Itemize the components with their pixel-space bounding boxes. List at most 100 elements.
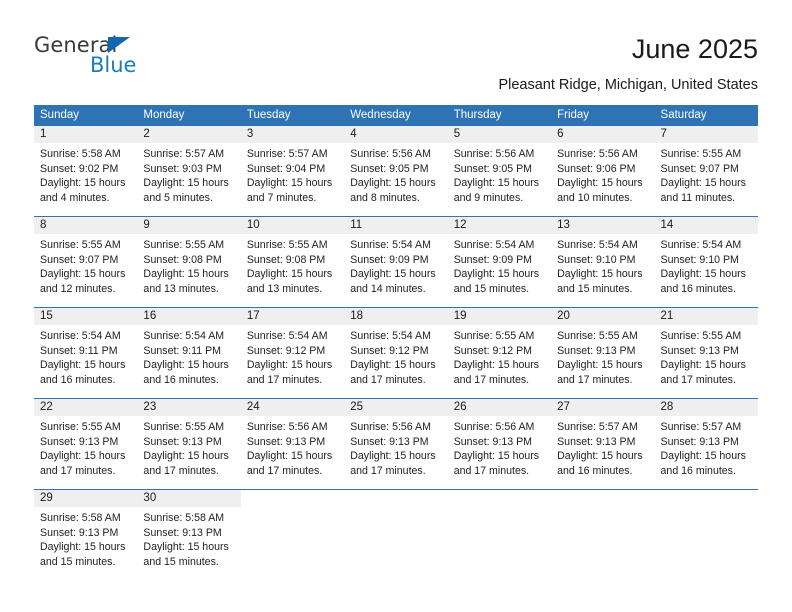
sunset-text: Sunset: 9:12 PM <box>246 344 326 357</box>
sunset-text: Sunset: 9:07 PM <box>40 253 119 266</box>
daylight-text-line1: Daylight: 15 hours <box>143 541 229 554</box>
day-cell[interactable]: 24 Sunrise: 5:56 AM Sunset: 9:13 PM Dayligh… <box>240 398 345 490</box>
day-cell[interactable]: 11 Sunrise: 5:54 AM Sunset: 9:09 PM Dayligh… <box>344 216 448 308</box>
day-number: 16 <box>137 308 241 325</box>
day-cell[interactable]: 17 Sunrise: 5:54 AM Sunset: 9:12 PM Dayligh… <box>240 307 345 399</box>
day-cell[interactable]: 5 Sunrise: 5:56 AM Sunset: 9:05 PM Daylight… <box>447 126 552 217</box>
day-cell[interactable]: 14 Sunrise: 5:54 AM Sunset: 9:10 PM Dayligh… <box>654 216 758 308</box>
day-cell[interactable]: 10 Sunrise: 5:55 AM Sunset: 9:08 PM Dayligh… <box>240 216 345 308</box>
day-number: 10 <box>240 217 345 234</box>
day-cell[interactable]: 30 Sunrise: 5:58 AM Sunset: 9:13 PM Dayligh… <box>137 489 241 580</box>
day-number: 24 <box>240 399 345 416</box>
daylight-text-line2: and 17 minutes. <box>350 373 426 386</box>
day-number: 23 <box>137 399 241 416</box>
day-cell[interactable]: 21 Sunrise: 5:55 AM Sunset: 9:13 PM Dayligh… <box>654 307 758 399</box>
day-number: 8 <box>34 217 138 234</box>
sunrise-text: Sunrise: 5:57 AM <box>660 421 742 433</box>
day-number: 6 <box>551 126 655 143</box>
daylight-text-line1: Daylight: 15 hours <box>350 177 436 190</box>
day-number: 5 <box>447 126 552 143</box>
sunset-text: Sunset: 9:13 PM <box>557 344 636 357</box>
sunrise-text: Sunrise: 5:55 AM <box>660 330 742 342</box>
daylight-text-line1: Daylight: 15 hours <box>557 450 643 463</box>
day-cell[interactable]: 4 Sunrise: 5:56 AM Sunset: 9:05 PM Daylight… <box>344 126 448 217</box>
day-cell[interactable]: 29 Sunrise: 5:58 AM Sunset: 9:13 PM Dayligh… <box>34 489 138 580</box>
daylight-text-line1: Daylight: 15 hours <box>557 359 643 372</box>
sunrise-text: Sunrise: 5:55 AM <box>143 239 225 251</box>
page-title: June 2025 <box>631 34 758 64</box>
weekday-header-wednesday: Wednesday <box>344 105 448 126</box>
page-header: General Blue June 2025 Pleasant Ridge, M… <box>0 0 792 100</box>
day-cell[interactable]: 26 Sunrise: 5:56 AM Sunset: 9:13 PM Dayligh… <box>447 398 552 490</box>
daylight-text-line2: and 12 minutes. <box>40 282 116 295</box>
day-number: 20 <box>551 308 655 325</box>
daylight-text-line1: Daylight: 15 hours <box>246 268 333 281</box>
day-cell[interactable]: 27 Sunrise: 5:57 AM Sunset: 9:13 PM Dayligh… <box>551 398 655 490</box>
day-cell[interactable]: 13 Sunrise: 5:54 AM Sunset: 9:10 PM Dayligh… <box>551 216 655 308</box>
daylight-text-line2: and 10 minutes. <box>557 191 633 204</box>
daylight-text-line2: and 15 minutes. <box>557 282 633 295</box>
daylight-text-line1: Daylight: 15 hours <box>557 268 643 281</box>
day-cell[interactable]: 7 Sunrise: 5:55 AM Sunset: 9:07 PM Daylight… <box>654 126 758 217</box>
daylight-text-line2: and 15 minutes. <box>453 282 530 295</box>
sunset-text: Sunset: 9:05 PM <box>453 162 533 175</box>
sunrise-text: Sunrise: 5:54 AM <box>350 239 431 251</box>
sunset-text: Sunset: 9:03 PM <box>143 162 222 175</box>
day-cell-empty <box>344 489 448 580</box>
day-cell[interactable]: 19 Sunrise: 5:55 AM Sunset: 9:12 PM Dayligh… <box>447 307 552 399</box>
day-cell[interactable]: 1 Sunrise: 5:58 AM Sunset: 9:02 PM Daylight… <box>34 126 138 217</box>
weekday-header-thursday: Thursday <box>447 105 552 126</box>
day-number: 30 <box>137 490 241 507</box>
day-cell[interactable]: 3 Sunrise: 5:57 AM Sunset: 9:04 PM Daylight… <box>240 126 345 217</box>
day-number <box>241 490 344 507</box>
sunset-text: Sunset: 9:11 PM <box>143 344 221 357</box>
day-number: 2 <box>137 126 241 143</box>
sunset-text: Sunset: 9:08 PM <box>143 253 222 266</box>
daylight-text-line1: Daylight: 15 hours <box>453 450 540 463</box>
sunrise-text: Sunrise: 5:56 AM <box>350 148 431 160</box>
day-cell[interactable]: 2 Sunrise: 5:57 AM Sunset: 9:03 PM Daylight… <box>137 126 241 217</box>
calendar-week-row: 1 Sunrise: 5:58 AM Sunset: 9:02 PM Daylight… <box>34 126 758 217</box>
sunrise-text: Sunrise: 5:54 AM <box>246 330 328 342</box>
sunset-text: Sunset: 9:13 PM <box>143 526 222 539</box>
daylight-text-line2: and 17 minutes. <box>453 464 530 477</box>
day-cell[interactable]: 18 Sunrise: 5:54 AM Sunset: 9:12 PM Dayligh… <box>344 307 448 399</box>
day-number: 15 <box>34 308 138 325</box>
weekday-header-tuesday: Tuesday <box>240 105 345 126</box>
daylight-text-line1: Daylight: 15 hours <box>40 359 126 372</box>
day-cell[interactable]: 12 Sunrise: 5:54 AM Sunset: 9:09 PM Dayligh… <box>447 216 552 308</box>
day-cell[interactable]: 22 Sunrise: 5:55 AM Sunset: 9:13 PM Dayligh… <box>34 398 138 490</box>
day-cell[interactable]: 6 Sunrise: 5:56 AM Sunset: 9:06 PM Daylight… <box>551 126 655 217</box>
sunset-text: Sunset: 9:06 PM <box>557 162 636 175</box>
day-number: 12 <box>447 217 552 234</box>
daylight-text-line1: Daylight: 15 hours <box>453 177 540 190</box>
day-cell[interactable]: 9 Sunrise: 5:55 AM Sunset: 9:08 PM Daylight… <box>137 216 241 308</box>
daylight-text-line1: Daylight: 15 hours <box>40 177 126 190</box>
sunrise-text: Sunrise: 5:55 AM <box>40 239 121 251</box>
general-blue-logo[interactable]: General Blue <box>34 34 214 84</box>
day-cell[interactable]: 8 Sunrise: 5:55 AM Sunset: 9:07 PM Daylight… <box>34 216 138 308</box>
sunset-text: Sunset: 9:04 PM <box>246 162 326 175</box>
sunrise-text: Sunrise: 5:55 AM <box>557 330 638 342</box>
day-cell[interactable]: 16 Sunrise: 5:54 AM Sunset: 9:11 PM Dayligh… <box>137 307 241 399</box>
day-number: 18 <box>344 308 448 325</box>
daylight-text-line2: and 17 minutes. <box>453 373 530 386</box>
day-cell[interactable]: 25 Sunrise: 5:56 AM Sunset: 9:13 PM Dayligh… <box>344 398 448 490</box>
sunrise-text: Sunrise: 5:58 AM <box>143 512 225 524</box>
day-number <box>344 490 447 507</box>
weekday-header-monday: Monday <box>137 105 241 126</box>
day-number: 4 <box>344 126 448 143</box>
day-number: 13 <box>551 217 655 234</box>
day-number <box>655 490 758 507</box>
day-cell[interactable]: 15 Sunrise: 5:54 AM Sunset: 9:11 PM Dayligh… <box>34 307 138 399</box>
location-subtitle: Pleasant Ridge, Michigan, United States <box>498 77 758 93</box>
sunrise-text: Sunrise: 5:54 AM <box>143 330 225 342</box>
day-cell[interactable]: 23 Sunrise: 5:55 AM Sunset: 9:13 PM Dayligh… <box>137 398 241 490</box>
day-cell[interactable]: 20 Sunrise: 5:55 AM Sunset: 9:13 PM Dayligh… <box>551 307 655 399</box>
sunrise-text: Sunrise: 5:55 AM <box>40 421 121 433</box>
sunset-text: Sunset: 9:10 PM <box>660 253 739 266</box>
day-number: 28 <box>654 399 758 416</box>
day-cell[interactable]: 28 Sunrise: 5:57 AM Sunset: 9:13 PM Dayligh… <box>654 398 758 490</box>
day-number: 7 <box>654 126 758 143</box>
calendar-body: 1 Sunrise: 5:58 AM Sunset: 9:02 PM Daylight… <box>34 126 758 580</box>
